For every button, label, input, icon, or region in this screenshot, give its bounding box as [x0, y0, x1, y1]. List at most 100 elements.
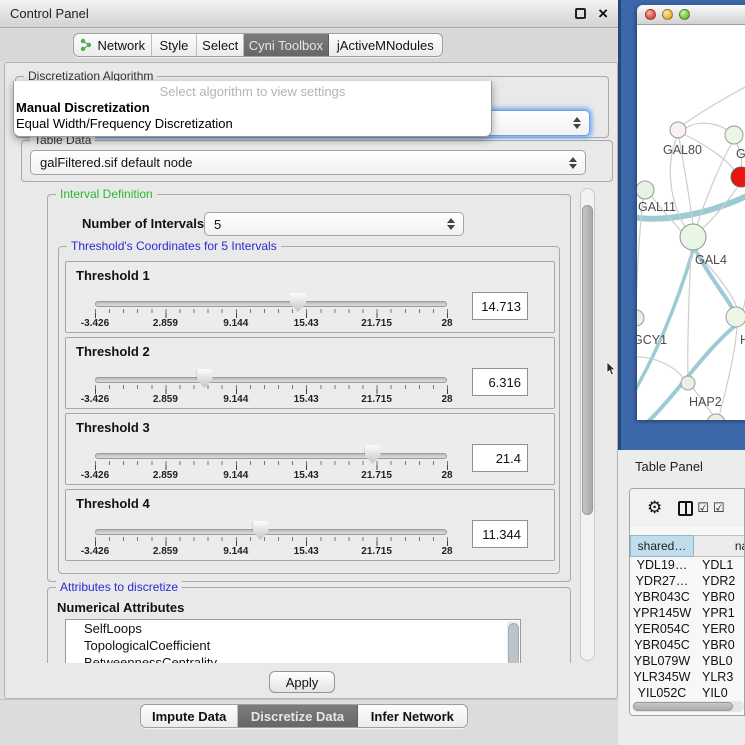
tab-impute-data[interactable]: Impute Data	[141, 705, 238, 727]
threshold-1-slider[interactable]	[95, 301, 447, 307]
threshold-1-box: Threshold 1 -3.426 2.859 9.144 15.43 21.…	[65, 261, 555, 333]
node-h[interactable]	[726, 307, 745, 327]
slider-ticks	[95, 385, 449, 394]
mouse-cursor	[606, 362, 618, 376]
column-header-name[interactable]: na	[694, 535, 745, 557]
node-gal4[interactable]	[680, 224, 706, 250]
table-row[interactable]: YER054CYER0	[630, 621, 745, 637]
threshold-3-slider[interactable]	[95, 453, 447, 459]
threshold-2-label: Threshold 2	[76, 344, 150, 359]
settings-scrollbar-thumb[interactable]	[582, 205, 593, 515]
tab-style[interactable]: Style	[152, 34, 198, 56]
node-selected-red[interactable]	[731, 167, 745, 187]
algorithm-dropdown-popup: Select algorithm to view settings Manual…	[13, 81, 492, 137]
slider-ticks	[95, 309, 449, 318]
spinner-arrows-icon	[569, 157, 577, 169]
columns-icon[interactable]	[678, 501, 693, 516]
bottom-tab-band: Impute Data Discretize Data Infer Networ…	[0, 699, 618, 745]
node-label: GAL11	[638, 200, 676, 214]
spinner-arrows-icon	[573, 117, 581, 129]
threshold-3-value[interactable]: 21.4	[472, 444, 528, 472]
list-item[interactable]: TopologicalCoefficient	[66, 637, 520, 654]
tab-discretize-data[interactable]: Discretize Data	[238, 705, 357, 727]
table-row[interactable]: YPR145WYPR1	[630, 605, 745, 621]
table-horizontal-scrollbar[interactable]	[632, 701, 744, 712]
dropdown-option-manual[interactable]: Manual Discretization	[16, 100, 150, 115]
table-data-value: galFiltered.sif default node	[40, 155, 192, 170]
list-item[interactable]: SelfLoops	[66, 620, 520, 637]
tab-infer-network[interactable]: Infer Network	[358, 705, 467, 727]
table-data-combo[interactable]: galFiltered.sif default node	[30, 150, 586, 175]
right-strip: GAL80 GA GAL11 GAL4 GCY1 H HAP2 Table Pa…	[618, 0, 745, 745]
table-scrollbar-thumb[interactable]	[633, 702, 733, 711]
node-label: H	[740, 333, 745, 347]
network-icon	[79, 38, 93, 52]
num-intervals-combo[interactable]: 5	[204, 212, 464, 236]
slider-ticks	[95, 537, 449, 546]
gear-icon[interactable]: ⚙	[647, 498, 662, 518]
table-row[interactable]: YIL052CYIL0	[630, 685, 745, 701]
threshold-2-slider[interactable]	[95, 377, 447, 383]
threshold-1-value[interactable]: 14.713	[472, 292, 528, 320]
table-row[interactable]: YLR345WYLR3	[630, 669, 745, 685]
close-icon[interactable]: ×	[598, 8, 608, 19]
checkbox-icon[interactable]: ☑	[697, 500, 709, 516]
threshold-3-label: Threshold 3	[76, 420, 150, 435]
threshold-4-slider[interactable]	[95, 529, 447, 535]
table-row[interactable]: YBR045CYBR0	[630, 637, 745, 653]
control-panel-titlebar: Control Panel ×	[0, 0, 618, 28]
node-partial[interactable]	[707, 414, 725, 420]
list-scrollbar-thumb[interactable]	[508, 623, 519, 663]
numerical-attributes-list[interactable]: SelfLoops TopologicalCoefficient Between…	[65, 619, 521, 663]
spinner-arrows-icon	[447, 218, 455, 230]
thresholds-group-label: Threshold's Coordinates for 5 Intervals	[67, 239, 281, 253]
list-item[interactable]: BetweennessCentrality	[66, 654, 520, 663]
list-scrollbar[interactable]	[507, 621, 519, 663]
slider-scale: -3.426 2.859 9.144 15.43 21.715 28	[95, 318, 447, 330]
threshold-2-value[interactable]: 6.316	[472, 368, 528, 396]
node-hap2[interactable]	[681, 376, 695, 390]
attributes-group-label: Attributes to discretize	[56, 580, 182, 594]
apply-button[interactable]: Apply	[269, 671, 335, 693]
table-row[interactable]: YBL079WYBL0	[630, 653, 745, 669]
table-header-row: shared… na	[630, 535, 745, 557]
table-toolbar: ⚙ ☑ ☑	[630, 489, 744, 527]
node-label: GAL4	[695, 253, 727, 267]
node-gal80[interactable]	[670, 122, 686, 138]
panel-title: Control Panel	[10, 6, 89, 21]
node-label: GA	[736, 147, 745, 161]
threshold-4-value[interactable]: 11.344	[472, 520, 528, 548]
interval-definition-label: Interval Definition	[56, 187, 157, 201]
network-view-window[interactable]: GAL80 GA GAL11 GAL4 GCY1 H HAP2	[637, 5, 745, 420]
tab-network[interactable]: Network	[74, 34, 152, 56]
minimize-traffic-light[interactable]	[662, 9, 673, 20]
zoom-traffic-light[interactable]	[679, 9, 690, 20]
checkbox-icon[interactable]: ☑	[713, 500, 725, 516]
slider-ticks	[95, 461, 449, 470]
node-label: GAL80	[663, 143, 702, 157]
node-ga[interactable]	[725, 126, 743, 144]
tab-cyni-toolbox[interactable]: Cyni Toolbox	[244, 34, 329, 56]
node-gcy1[interactable]	[637, 310, 644, 326]
column-header-shared-name[interactable]: shared…	[630, 535, 694, 557]
node-label: GCY1	[637, 333, 667, 347]
float-window-icon[interactable]	[575, 8, 586, 19]
cytoscape-desktop: GAL80 GA GAL11 GAL4 GCY1 H HAP2	[618, 0, 745, 450]
table-row[interactable]: YDL19…YDL1	[630, 557, 745, 573]
network-canvas[interactable]: GAL80 GA GAL11 GAL4 GCY1 H HAP2	[637, 25, 745, 420]
network-graph: GAL80 GA GAL11 GAL4 GCY1 H HAP2	[637, 25, 745, 420]
dropdown-option-equal-width[interactable]: Equal Width/Frequency Discretization	[16, 116, 233, 131]
tab-select[interactable]: Select	[197, 34, 244, 56]
num-intervals-label: Number of Intervals	[82, 216, 204, 231]
bottom-tab-group: Impute Data Discretize Data Infer Networ…	[140, 704, 468, 728]
close-traffic-light[interactable]	[645, 9, 656, 20]
table-rows: YDL19…YDL1 YDR27…YDR2 YBR043CYBR0 YPR145…	[630, 557, 745, 701]
table-row[interactable]: YBR043CYBR0	[630, 589, 745, 605]
table-row[interactable]: YDR27…YDR2	[630, 573, 745, 589]
table-data-group: Table Data galFiltered.sif default node	[21, 140, 613, 182]
node-gal11[interactable]	[637, 181, 654, 199]
settings-scrollbar[interactable]	[580, 188, 595, 661]
node-label: HAP2	[689, 395, 722, 409]
tab-jactivemnodules[interactable]: jActiveMNodules	[329, 34, 442, 56]
cyni-toolbox-panel: Discretization Algorithm Table Data galF…	[4, 62, 618, 699]
